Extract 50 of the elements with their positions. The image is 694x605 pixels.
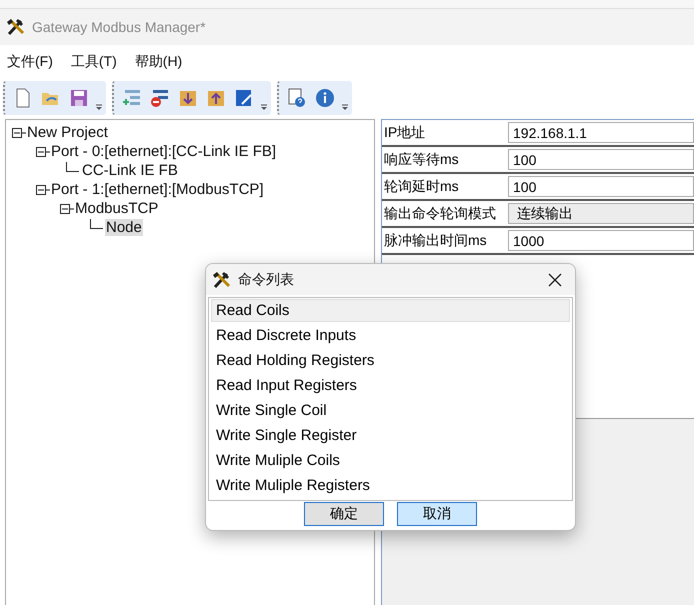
property-value-field[interactable]: 192.168.1.1 [508,122,694,143]
menu-item[interactable]: 文件(F) [7,53,53,71]
tree-item[interactable]: New Project [26,124,109,141]
dropdown-caret-icon[interactable] [95,103,103,111]
window-title: Gateway Modbus Manager* [32,19,206,35]
command-item[interactable]: Write Muliple Registers [211,474,570,497]
property-label: 响应等待ms [383,150,460,168]
collapse-icon[interactable] [36,146,50,158]
property-dropdown[interactable]: 连续输出 [508,203,694,224]
tree-item[interactable]: Node [105,219,143,236]
tools-icon [6,18,26,36]
add-list-icon [122,88,142,108]
upload-box-icon [206,88,226,108]
property-value-field[interactable]: 1000 [508,230,694,251]
download-box-icon [178,88,198,108]
property-value-field[interactable]: 100 [508,176,694,197]
command-item[interactable]: Write Single Register [211,424,570,447]
command-item[interactable]: Read Discrete Inputs [211,324,570,347]
property-label: 输出命令轮询模式 [383,204,497,222]
tools-icon [212,270,232,288]
remove-list-icon [150,88,170,108]
menu-item[interactable]: 工具(T) [70,53,117,71]
property-label: 脉冲输出时间ms [383,230,488,250]
property-value-field[interactable]: 100 [508,149,694,170]
help-document-icon [287,88,307,108]
command-item[interactable]: Write Muliple Coils [211,449,570,472]
ok-button[interactable]: 确定 [304,502,384,526]
toolbar-button[interactable] [313,86,337,110]
property-label: 轮询延时ms [383,176,460,196]
command-item[interactable]: Read Coils [211,299,570,322]
tree-item[interactable]: CC-Link IE FB [81,162,179,179]
collapse-icon[interactable] [12,126,26,138]
dropdown-caret-icon[interactable] [341,103,349,111]
dropdown-caret-icon[interactable] [260,103,268,111]
save-icon [69,88,89,108]
menu-item[interactable]: 帮助(H) [134,53,182,71]
collapse-icon[interactable] [60,202,74,214]
collapse-icon[interactable] [36,184,50,196]
command-item[interactable]: Read Holding Registers [211,349,570,372]
cancel-button[interactable]: 取消 [397,502,477,526]
tree-item[interactable]: ModbusTCP [74,200,160,217]
command-item[interactable]: Read Input Registers [211,374,570,397]
tree-item[interactable]: Port - 0:[ethernet]:[CC-Link IE FB] [50,143,278,160]
close-icon [548,272,562,286]
tree-item[interactable]: Port - 1:[ethernet]:[ModbusTCP] [50,181,265,198]
command-item[interactable]: Write Single Coil [211,399,570,422]
property-label: IP地址 [383,122,426,142]
dialog-title: 命令列表 [238,270,295,288]
info-icon [315,88,335,108]
edit-note-icon [234,88,254,108]
